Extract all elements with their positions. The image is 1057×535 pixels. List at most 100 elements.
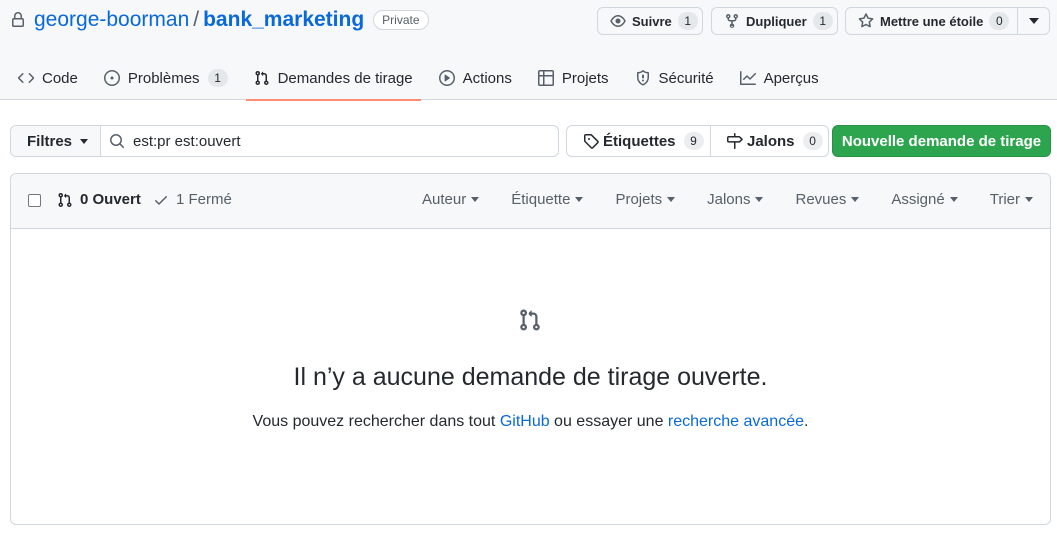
blankslate-title: Il n’y a aucune demande de tirage ouvert… bbox=[293, 363, 768, 391]
fork-button[interactable]: Dupliquer 1 bbox=[711, 7, 838, 35]
shield-icon bbox=[635, 70, 651, 86]
assignee-filter-label: Assigné bbox=[891, 191, 945, 208]
label-filter-label: Étiquette bbox=[511, 191, 571, 208]
tab-insights[interactable]: Aperçus bbox=[732, 56, 827, 100]
tab-code[interactable]: Code bbox=[10, 56, 86, 100]
star-count: 0 bbox=[989, 12, 1010, 30]
triangle-down-icon bbox=[575, 197, 584, 202]
triangle-down-icon bbox=[949, 197, 958, 202]
visibility-badge: Private bbox=[373, 10, 429, 30]
search-wrapper bbox=[101, 126, 558, 156]
labels-milestones-group: Étiquettes 9 Jalons 0 bbox=[566, 125, 829, 157]
blankslate-text: Vous pouvez rechercher dans tout GitHub … bbox=[11, 413, 1050, 431]
table-icon bbox=[537, 70, 554, 86]
search-icon bbox=[109, 133, 125, 149]
milestones-label: Jalons bbox=[747, 132, 795, 150]
select-all-checkbox[interactable] bbox=[28, 194, 41, 207]
triangle-down-icon bbox=[80, 138, 89, 144]
filters-label: Filtres bbox=[27, 132, 73, 150]
git-pull-request-icon bbox=[57, 192, 73, 208]
watch-button[interactable]: Suivre 1 bbox=[597, 7, 703, 35]
milestone-icon bbox=[727, 133, 743, 149]
projects-filter-label: Projets bbox=[615, 191, 663, 208]
tab-issues[interactable]: Problèmes 1 bbox=[96, 56, 236, 100]
repo-title: george-boorman / bank_marketing Private bbox=[10, 6, 429, 34]
tab-security[interactable]: Sécurité bbox=[627, 56, 722, 100]
reviews-filter-label: Revues bbox=[795, 191, 847, 208]
git-pull-request-icon bbox=[518, 308, 542, 332]
tab-projects[interactable]: Projets bbox=[530, 56, 617, 100]
tab-actions[interactable]: Actions bbox=[431, 56, 520, 100]
star-label: Mettre une étoile bbox=[880, 13, 984, 29]
blankslate-text-before: Vous pouvez rechercher dans tout bbox=[252, 413, 500, 430]
blankslate-text-middle: ou essayer une bbox=[549, 413, 668, 430]
search-input[interactable] bbox=[133, 132, 533, 150]
repo-header: george-boorman / bank_marketing Private … bbox=[0, 0, 1057, 101]
labels-button[interactable]: Étiquettes 9 bbox=[567, 126, 711, 156]
open-filter[interactable]: 0 Ouvert bbox=[57, 191, 141, 208]
eye-icon bbox=[610, 13, 626, 29]
star-menu-caret[interactable] bbox=[1017, 8, 1049, 34]
triangle-down-icon bbox=[755, 197, 764, 202]
milestones-filter[interactable]: Jalons bbox=[707, 191, 764, 208]
repo-tabs: Code Problèmes 1 Demandes de tirage Acti… bbox=[0, 56, 837, 101]
projects-filter[interactable]: Projets bbox=[615, 191, 676, 208]
pull-request-list: 0 Ouvert 1 Fermé Auteur Étiquette Projet… bbox=[10, 173, 1051, 525]
author-filter[interactable]: Auteur bbox=[422, 191, 480, 208]
triangle-down-icon bbox=[1028, 18, 1039, 24]
repo-owner-link[interactable]: george-boorman bbox=[34, 8, 189, 32]
triangle-down-icon bbox=[1025, 197, 1033, 202]
sort-filter-label: Trier bbox=[989, 191, 1020, 208]
tab-security-label: Sécurité bbox=[658, 69, 714, 87]
star-button[interactable]: Mettre une étoile 0 bbox=[845, 7, 1050, 35]
author-filter-label: Auteur bbox=[422, 191, 467, 208]
github-search-link[interactable]: GitHub bbox=[500, 413, 550, 430]
triangle-down-icon bbox=[851, 197, 860, 202]
code-icon bbox=[18, 70, 34, 86]
tab-pull-requests-label: Demandes de tirage bbox=[277, 69, 413, 87]
tab-pull-requests[interactable]: Demandes de tirage bbox=[245, 56, 421, 101]
blankslate: Il n’y a aucune demande de tirage ouvert… bbox=[11, 230, 1050, 524]
reviews-filter[interactable]: Revues bbox=[795, 191, 860, 208]
repo-forked-icon bbox=[724, 13, 740, 29]
list-header: 0 Ouvert 1 Fermé Auteur Étiquette Projet… bbox=[11, 174, 1050, 229]
milestones-button[interactable]: Jalons 0 bbox=[711, 126, 831, 156]
triangle-down-icon bbox=[471, 197, 480, 202]
milestones-filter-label: Jalons bbox=[707, 191, 751, 208]
check-icon bbox=[153, 192, 169, 208]
watch-label: Suivre bbox=[632, 13, 672, 29]
filter-search-group: Filtres bbox=[10, 125, 559, 157]
new-pull-request-button[interactable]: Nouvelle demande de tirage bbox=[832, 125, 1051, 157]
closed-filter[interactable]: 1 Fermé bbox=[153, 191, 232, 208]
tab-issues-label: Problèmes bbox=[127, 69, 200, 87]
tab-code-label: Code bbox=[42, 69, 78, 87]
assignee-filter[interactable]: Assigné bbox=[891, 191, 958, 208]
advanced-search-link[interactable]: recherche avancée bbox=[668, 413, 804, 430]
tab-actions-label: Actions bbox=[462, 69, 512, 87]
fork-label: Dupliquer bbox=[746, 13, 807, 29]
milestones-count: 0 bbox=[802, 132, 823, 150]
filters-button[interactable]: Filtres bbox=[11, 126, 101, 156]
labels-count: 9 bbox=[683, 132, 704, 150]
tag-icon bbox=[583, 133, 599, 149]
fork-count: 1 bbox=[812, 12, 833, 30]
labels-label: Étiquettes bbox=[603, 132, 676, 150]
git-pull-request-icon bbox=[254, 70, 270, 86]
lock-icon bbox=[10, 12, 26, 28]
star-icon bbox=[858, 13, 874, 29]
repo-name-link[interactable]: bank_marketing bbox=[203, 8, 364, 32]
tab-issues-count: 1 bbox=[207, 69, 228, 87]
blankslate-text-after: . bbox=[804, 413, 809, 430]
graph-icon bbox=[739, 70, 756, 86]
play-icon bbox=[438, 70, 455, 86]
triangle-down-icon bbox=[667, 197, 676, 202]
sort-filter[interactable]: Trier bbox=[990, 191, 1033, 208]
open-count-label: 0 Ouvert bbox=[80, 191, 141, 208]
repo-separator: / bbox=[193, 8, 200, 31]
label-filter[interactable]: Étiquette bbox=[511, 191, 584, 208]
issue-opened-icon bbox=[103, 70, 120, 86]
tab-projects-label: Projets bbox=[561, 69, 609, 87]
list-filters: Auteur Étiquette Projets Jalons Revues A… bbox=[390, 191, 1033, 208]
watch-count: 1 bbox=[677, 12, 698, 30]
closed-count-label: 1 Fermé bbox=[176, 191, 232, 208]
